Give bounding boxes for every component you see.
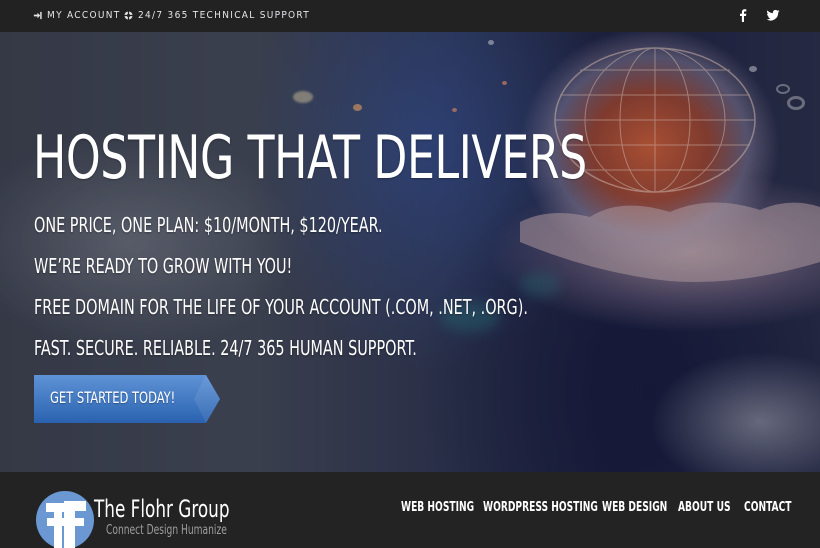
technical-support-label: 24/7 365 TECHNICAL SUPPORT — [138, 10, 311, 21]
top-utility-bar: MY ACCOUNT 24/7 365 TECHNICAL SUPPORT — [0, 0, 820, 32]
hero-title: HOSTING THAT DELIVERS — [33, 123, 587, 193]
main-navbar: The Flohr Group Connect Design Humanize … — [0, 472, 820, 548]
technical-support-link[interactable]: 24/7 365 TECHNICAL SUPPORT — [124, 10, 310, 21]
nav-about-us[interactable]: ABOUT US — [678, 500, 744, 516]
brand-logo[interactable]: The Flohr Group Connect Design Humanize — [36, 489, 236, 548]
life-ring-icon — [124, 11, 133, 20]
sign-in-icon — [33, 11, 42, 20]
my-account-link[interactable]: MY ACCOUNT — [33, 10, 121, 21]
brand-name: The Flohr Group — [94, 495, 230, 523]
nav-wordpress-hosting[interactable]: WORDPRESS HOSTING — [483, 500, 602, 516]
social-links — [736, 8, 780, 22]
my-account-label: MY ACCOUNT — [47, 10, 121, 21]
nav-contact[interactable]: CONTACT — [744, 500, 820, 516]
twitter-icon[interactable] — [766, 8, 780, 22]
brand-tagline: Connect Design Humanize — [106, 523, 227, 538]
get-started-button[interactable]: GET STARTED TODAY! — [34, 375, 220, 423]
hero-banner: HOSTING THAT DELIVERS ONE PRICE, ONE PLA… — [0, 32, 820, 472]
primary-nav: WEB HOSTING WORDPRESS HOSTING WEB DESIGN… — [401, 500, 820, 516]
facebook-icon[interactable] — [736, 8, 750, 22]
hero-feature-line: FREE DOMAIN FOR THE LIFE OF YOUR ACCOUNT… — [34, 295, 528, 319]
get-started-label: GET STARTED TODAY! — [50, 388, 176, 407]
hero-feature-line: FAST. SECURE. RELIABLE. 24/7 365 HUMAN S… — [34, 336, 417, 360]
nav-web-hosting[interactable]: WEB HOSTING — [401, 500, 483, 516]
hero-feature-line: WE’RE READY TO GROW WITH YOU! — [34, 254, 293, 278]
flohr-logo-icon — [36, 491, 94, 548]
nav-web-design[interactable]: WEB DESIGN — [602, 500, 678, 516]
hero-feature-list: ONE PRICE, ONE PLAN: $10/MONTH, $120/YEA… — [34, 215, 651, 379]
hero-feature-line: ONE PRICE, ONE PLAN: $10/MONTH, $120/YEA… — [34, 213, 383, 237]
